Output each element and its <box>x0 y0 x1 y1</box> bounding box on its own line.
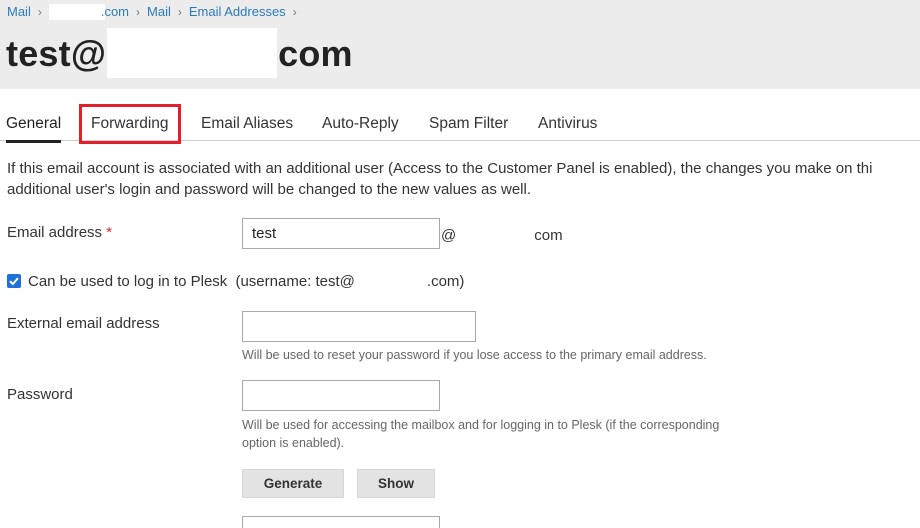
username-suffix: .com) <box>426 272 465 290</box>
generate-password-button[interactable]: Generate <box>242 469 344 498</box>
tab-antivirus[interactable]: Antivirus <box>538 115 597 133</box>
login-to-plesk-label: Can be used to log in to Plesk (username… <box>28 272 464 292</box>
redacted-domain <box>354 272 427 292</box>
at-sign: @ <box>441 226 457 244</box>
external-email-hint: Will be used to reset your password if y… <box>242 348 707 362</box>
required-mark: * <box>106 224 113 241</box>
forwarding-tab-highlight <box>79 104 181 144</box>
tab-spam-filter[interactable]: Spam Filter <box>429 115 508 133</box>
title-prefix: test@ <box>6 33 107 74</box>
email-local-part-input[interactable] <box>242 218 440 249</box>
breadcrumb-mail[interactable]: Mail <box>147 4 171 19</box>
redacted-domain <box>107 28 278 78</box>
login-to-plesk-text: Can be used to log in to Plesk <box>28 272 228 290</box>
password-hint-line-1: Will be used for accessing the mailbox a… <box>242 418 720 432</box>
email-domain: @ com <box>441 226 563 246</box>
title-suffix: com <box>278 33 353 74</box>
intro-line-2: additional user's login and password wil… <box>7 181 532 198</box>
page-header: Mail › .com › Mail › Email Addresses › test@ com <box>0 0 920 89</box>
external-email-label: External email address <box>7 315 160 332</box>
breadcrumb-domain[interactable]: .com <box>101 4 129 19</box>
password-input[interactable] <box>242 380 440 411</box>
tab-general[interactable]: General <box>6 115 62 143</box>
external-email-input[interactable] <box>242 311 476 342</box>
email-address-label-text: Email address <box>7 224 103 241</box>
redacted-domain <box>48 3 105 20</box>
tab-auto-reply[interactable]: Auto-Reply <box>322 115 399 133</box>
confirm-password-input[interactable] <box>242 516 440 528</box>
checkmark-icon <box>9 277 19 286</box>
chevron-right-icon: › <box>136 4 141 19</box>
tab-email-aliases[interactable]: Email Aliases <box>201 115 293 133</box>
username-prefix: (username: test@ <box>235 272 355 290</box>
password-label: Password <box>7 386 73 403</box>
intro-line-1: If this email account is associated with… <box>7 160 873 177</box>
breadcrumb: Mail › .com › Mail › Email Addresses › <box>7 3 304 20</box>
chevron-right-icon: › <box>292 4 297 19</box>
password-hint-line-2: option is enabled). <box>242 436 345 450</box>
show-password-button[interactable]: Show <box>357 469 435 498</box>
email-address-label: Email address * <box>7 224 112 241</box>
domain-suffix: com <box>534 226 563 244</box>
breadcrumb-email-addresses[interactable]: Email Addresses <box>189 4 286 19</box>
redacted-domain <box>456 226 531 246</box>
chevron-right-icon: › <box>37 4 42 19</box>
login-to-plesk-checkbox[interactable] <box>7 274 21 288</box>
chevron-right-icon: › <box>177 4 182 19</box>
page-title: test@ com <box>6 28 353 78</box>
password-hint: Will be used for accessing the mailbox a… <box>242 416 719 452</box>
intro-text: If this email account is associated with… <box>7 158 920 200</box>
breadcrumb-mail-home[interactable]: Mail <box>7 4 31 19</box>
